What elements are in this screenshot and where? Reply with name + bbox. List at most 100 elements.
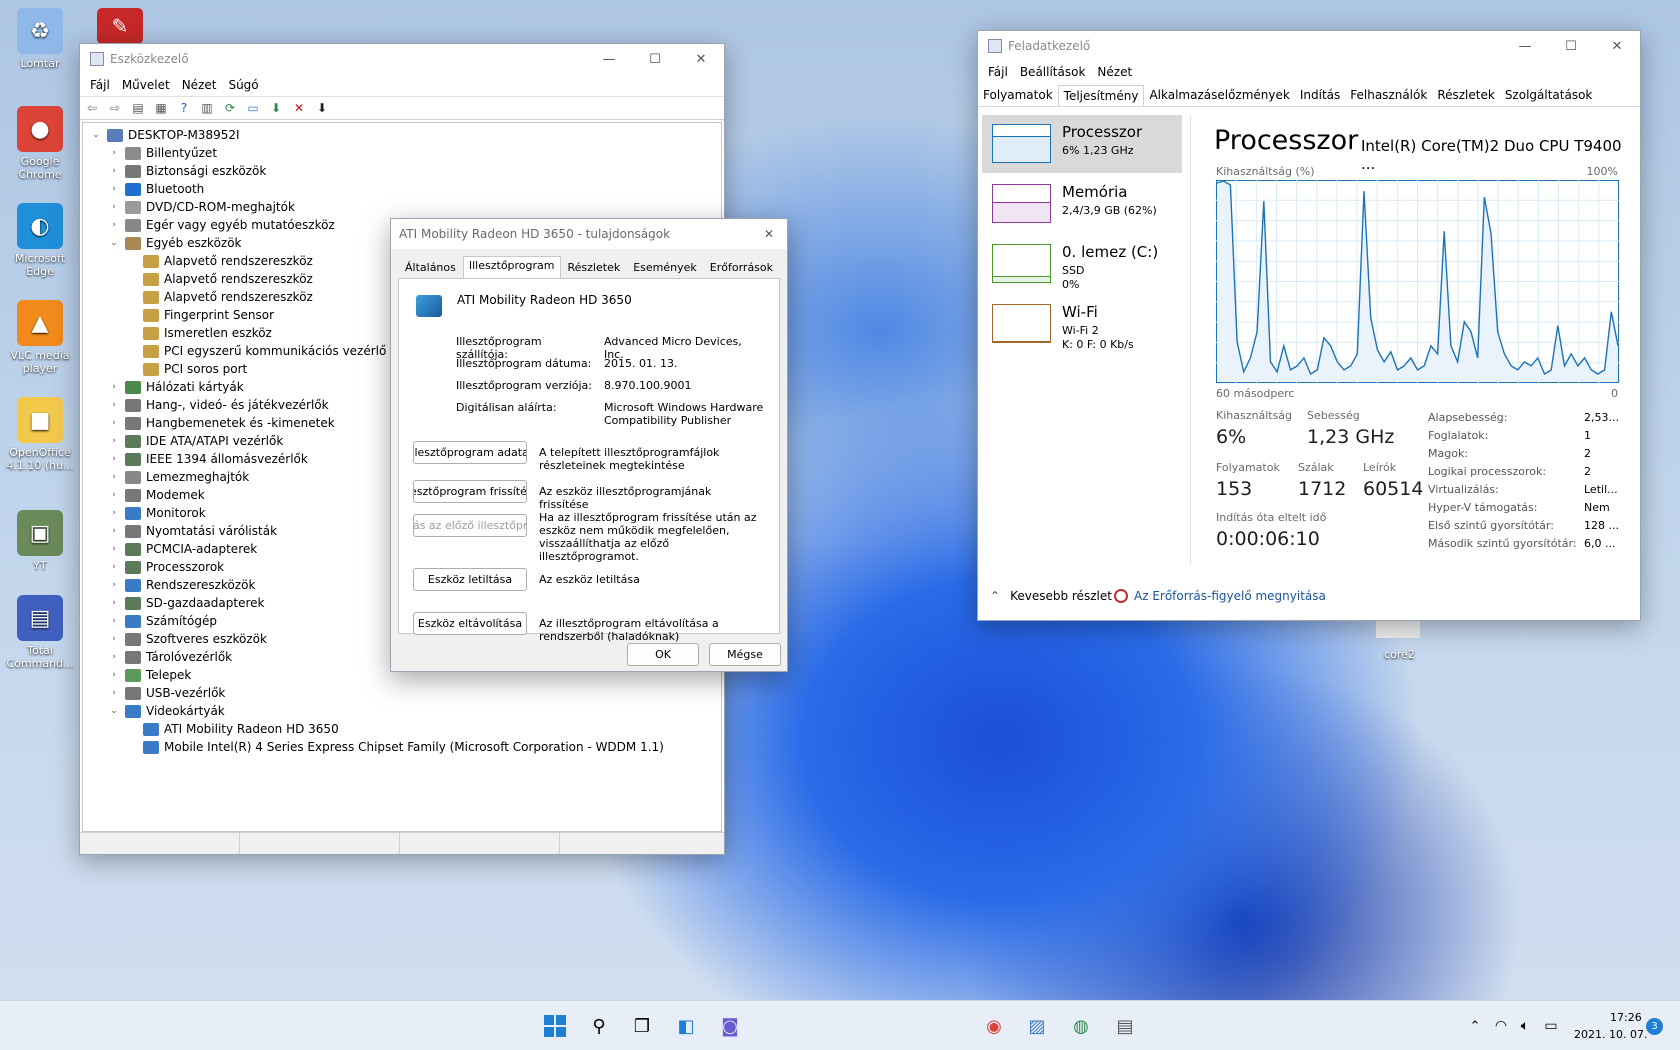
- menu-item[interactable]: Művelet: [116, 78, 176, 92]
- desktop-icon[interactable]: ▣ YT: [2, 510, 78, 572]
- resource-item[interactable]: Processzor 6% 1,23 GHz: [982, 115, 1182, 173]
- desktop-icon[interactable]: ● Google Chrome: [2, 106, 78, 181]
- tree-node[interactable]: PCI egyszerű kommunikációs vezérlő: [125, 342, 386, 360]
- clock-time[interactable]: 17:26: [1610, 1011, 1642, 1024]
- tree-node[interactable]: Fingerprint Sensor: [125, 306, 274, 324]
- search-icon[interactable]: ⚲: [584, 1011, 614, 1041]
- desktop-icon[interactable]: ▤ Total Command...: [2, 595, 78, 670]
- chevron-right-icon[interactable]: ›: [107, 580, 121, 590]
- dialog-close-button[interactable]: ✕: [751, 227, 787, 241]
- chevron-down-icon[interactable]: ⌄: [89, 130, 103, 140]
- maximize-button[interactable]: ☐: [632, 44, 678, 74]
- driver-action-button[interactable]: Eszköz letiltása: [413, 568, 527, 591]
- resmon-link[interactable]: Az Erőforrás-figyelő megnyitása: [1114, 589, 1326, 603]
- desktop-icon[interactable]: ◐ Microsoft Edge: [2, 203, 78, 278]
- chevron-right-icon[interactable]: ›: [107, 454, 121, 464]
- tree-node[interactable]: Alapvető rendszereszköz: [125, 252, 313, 270]
- chevron-right-icon[interactable]: ›: [107, 220, 121, 230]
- chevron-right-icon[interactable]: ›: [107, 652, 121, 662]
- driver-action-button[interactable]: Illesztőprogram frissítése: [413, 480, 527, 503]
- notification-badge[interactable]: 3: [1646, 1018, 1663, 1035]
- tree-node[interactable]: › SD-gazdaadapterek: [107, 594, 264, 612]
- tree-node[interactable]: › Tárolóvezérlők: [107, 648, 232, 666]
- chevron-right-icon[interactable]: ›: [107, 202, 121, 212]
- tree-node[interactable]: › Rendszereszközök: [107, 576, 255, 594]
- tree-node[interactable]: Ismeretlen eszköz: [125, 324, 272, 342]
- scan-icon[interactable]: ⟳: [222, 100, 238, 116]
- task-view-icon[interactable]: ❐: [627, 1011, 657, 1041]
- tree-node[interactable]: › Modemek: [107, 486, 205, 504]
- tree-node[interactable]: › Monitorok: [107, 504, 205, 522]
- tree-node[interactable]: ATI Mobility Radeon HD 3650: [125, 720, 339, 738]
- monitor-icon[interactable]: ▭: [245, 100, 261, 116]
- tree-node[interactable]: › Bluetooth: [107, 180, 204, 198]
- chevron-right-icon[interactable]: ›: [107, 490, 121, 500]
- device-manager-titlebar[interactable]: Eszközkezelő — ☐ ✕: [80, 44, 724, 74]
- resource-item[interactable]: Wi-Fi Wi-Fi 2 K: 0 F: 0 Kb/s: [982, 295, 1182, 353]
- chevron-right-icon[interactable]: ›: [107, 634, 121, 644]
- tree-node[interactable]: › DVD/CD-ROM-meghajtók: [107, 198, 295, 216]
- fewer-details-link[interactable]: ⌃ Kevesebb részlet: [990, 589, 1112, 603]
- tm-tab[interactable]: Alkalmazáselőzmények: [1144, 85, 1294, 106]
- core2-icon[interactable]: [1376, 620, 1420, 638]
- view-icon[interactable]: ▥: [199, 100, 215, 116]
- chevron-right-icon[interactable]: ›: [107, 382, 121, 392]
- tree-node[interactable]: › Lemezmeghajtók: [107, 468, 249, 486]
- desktop-icon[interactable]: ■ OpenOffice 4.1.10 (hu...: [2, 397, 78, 472]
- tree-node[interactable]: › Hálózati kártyák: [107, 378, 244, 396]
- tree-node[interactable]: › Egér vagy egyéb mutatóeszköz: [107, 216, 335, 234]
- control-panel-icon[interactable]: ◍: [1066, 1011, 1096, 1041]
- chrome-icon[interactable]: ◉: [979, 1011, 1009, 1041]
- tm-tab[interactable]: Felhasználók: [1345, 85, 1432, 106]
- properties-icon[interactable]: ▤: [130, 100, 146, 116]
- task-manager-titlebar[interactable]: Feladatkezelő — ☐ ✕: [978, 31, 1640, 61]
- chevron-right-icon[interactable]: ›: [107, 472, 121, 482]
- tree-node[interactable]: › Biztonsági eszközök: [107, 162, 266, 180]
- tree-node[interactable]: › USB-vezérlők: [107, 684, 225, 702]
- chevron-right-icon[interactable]: ›: [107, 400, 121, 410]
- tree-node[interactable]: ⌄ Videokártyák: [107, 702, 225, 720]
- desktop-icon[interactable]: ♻ Lomtár: [2, 8, 78, 70]
- tree-node[interactable]: › Hangbemenetek és -kimenetek: [107, 414, 334, 432]
- update-icon[interactable]: ⬇: [314, 100, 330, 116]
- cancel-button[interactable]: Mégse: [709, 643, 781, 666]
- tm-tab[interactable]: Részletek: [1432, 85, 1500, 106]
- tree-node[interactable]: › Hang-, videó- és játékvezérlők: [107, 396, 328, 414]
- resource-item[interactable]: Memória 2,4/3,9 GB (62%): [982, 175, 1182, 233]
- close-button[interactable]: ✕: [678, 44, 724, 74]
- menu-item[interactable]: Fájl: [84, 78, 116, 92]
- chevron-right-icon[interactable]: ›: [107, 148, 121, 158]
- chevron-down-icon[interactable]: ⌄: [107, 238, 121, 248]
- tree-node[interactable]: Alapvető rendszereszköz: [125, 270, 313, 288]
- chevron-right-icon[interactable]: ›: [107, 166, 121, 176]
- tree-node[interactable]: › Szoftveres eszközök: [107, 630, 267, 648]
- clock-date[interactable]: 2021. 10. 07.: [1574, 1028, 1647, 1041]
- tree-node[interactable]: › Processzorok: [107, 558, 224, 576]
- tree-node[interactable]: › Telepek: [107, 666, 191, 684]
- menu-item[interactable]: Súgó: [222, 78, 264, 92]
- resource-item[interactable]: 0. lemez (C:) SSD 0%: [982, 235, 1182, 293]
- tree-node[interactable]: ⌄ Egyéb eszközök: [107, 234, 241, 252]
- chevron-right-icon[interactable]: ›: [107, 184, 121, 194]
- tm-menu-item[interactable]: Beállítások: [1014, 65, 1092, 79]
- tree-node[interactable]: › Nyomtatási várólisták: [107, 522, 277, 540]
- tree-node[interactable]: ⌄ DESKTOP-M38952I: [89, 126, 239, 144]
- chat-icon[interactable]: ◙: [715, 1011, 745, 1041]
- chevron-right-icon[interactable]: ›: [107, 418, 121, 428]
- tm-menu-item[interactable]: Fájl: [982, 65, 1014, 79]
- chevron-right-icon[interactable]: ›: [107, 562, 121, 572]
- tree-node[interactable]: PCI soros port: [125, 360, 247, 378]
- chevron-right-icon[interactable]: ›: [107, 598, 121, 608]
- task-manager-icon[interactable]: ▨: [1022, 1011, 1052, 1041]
- widgets-icon[interactable]: ◧: [671, 1011, 701, 1041]
- dialog-tab[interactable]: Illesztőprogram: [462, 256, 561, 278]
- help-icon[interactable]: ?: [176, 100, 192, 116]
- desktop-icon[interactable]: ▲ VLC media player: [2, 300, 78, 375]
- tree-node[interactable]: Mobile Intel(R) 4 Series Express Chipset…: [125, 738, 664, 756]
- device-manager-icon[interactable]: ▤: [1110, 1011, 1140, 1041]
- chevron-right-icon[interactable]: ›: [107, 544, 121, 554]
- tm-tab[interactable]: Folyamatok: [978, 85, 1058, 106]
- tm-menu-item[interactable]: Nézet: [1091, 65, 1138, 79]
- uninstall-icon[interactable]: ✕: [291, 100, 307, 116]
- tree-node[interactable]: › Billentyűzet: [107, 144, 217, 162]
